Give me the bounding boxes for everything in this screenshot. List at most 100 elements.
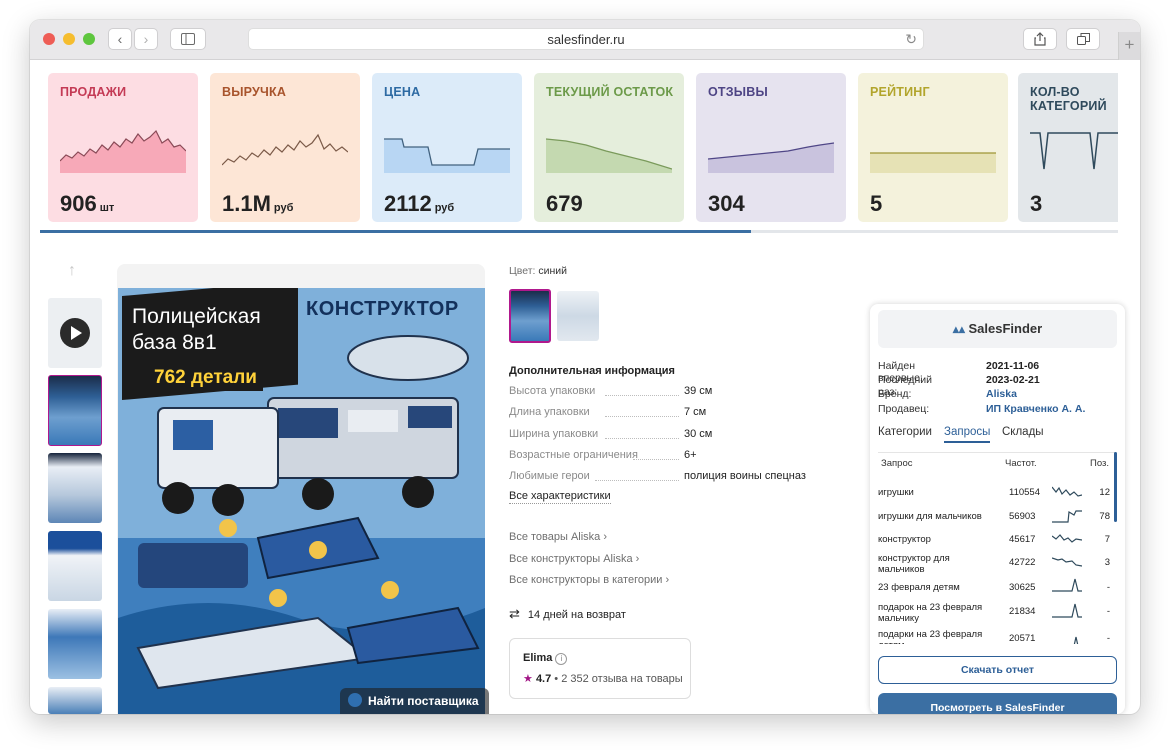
query-sparkline [1052, 603, 1082, 618]
tab-categories[interactable]: Категории [878, 426, 932, 438]
star-icon: ★ [523, 673, 533, 685]
attribute-row: Ширина упаковки 30 см [509, 428, 713, 440]
supplier-icon [348, 693, 362, 707]
cards-scroll-progress[interactable] [40, 230, 1118, 233]
sidebar-toggle-button[interactable] [170, 28, 206, 50]
product-parts-badge: 762 детали [148, 365, 263, 391]
seller-card[interactable]: Elima i ★ 4.7 • 2 352 отзыва на товары [509, 638, 691, 699]
brand-constructors-link[interactable]: Все конструкторы Aliska › [509, 553, 639, 565]
share-button[interactable] [1023, 28, 1057, 50]
product-thumbnail-5[interactable] [48, 687, 102, 714]
cards-scroll-progress-fill [40, 230, 752, 233]
tabs-icon [1076, 33, 1090, 45]
categories-sparkline [1030, 132, 1118, 170]
product-thumbnail-3[interactable] [48, 531, 102, 601]
sidebar-icon [181, 33, 195, 45]
video-thumbnail[interactable] [48, 298, 102, 368]
all-brand-products-link[interactable]: Все товары Aliska › [509, 531, 607, 543]
query-sparkline [1052, 510, 1082, 523]
chevron-right-icon: › [635, 553, 640, 565]
arrow-up-icon[interactable]: ↑ [68, 262, 76, 280]
queries-scrollbar[interactable] [1114, 452, 1117, 522]
metric-title: РЕЙТИНГ [870, 85, 930, 99]
queries-table: Запрос Частот. Поз. игрушки 110554 12 игр… [878, 452, 1116, 644]
minimize-window-button[interactable] [63, 33, 75, 45]
find-supplier-button[interactable]: Найти поставщика [340, 688, 489, 714]
metric-card-stock[interactable]: ТЕКУЩИЙ ОСТАТОК 679 [534, 73, 684, 222]
url-text: salesfinder.ru [547, 32, 625, 47]
rating-sparkline [870, 152, 996, 173]
color-option-2[interactable] [557, 291, 599, 341]
metric-title: ЦЕНА [384, 85, 421, 99]
query-sparkline [1052, 578, 1082, 592]
open-salesfinder-button[interactable]: Посмотреть в SalesFinder [878, 693, 1117, 714]
back-button[interactable]: ‹ [108, 28, 132, 50]
salesfinder-logo-icon: ▴▴ [952, 322, 965, 336]
close-window-button[interactable] [43, 33, 55, 45]
query-sparkline [1052, 534, 1082, 543]
metric-value: 1.1M руб [222, 191, 294, 216]
reload-icon[interactable]: ↻ [905, 29, 917, 50]
reviews-sparkline [708, 142, 834, 173]
salesfinder-tabs: Категории Запросы Склады [878, 426, 1118, 446]
query-sparkline [1073, 636, 1079, 644]
attribute-row: Любимые герои полиция воины спецназ [509, 470, 806, 482]
metric-value: 3 [1030, 191, 1043, 216]
chevron-left-icon: ‹ [117, 31, 123, 47]
product-image[interactable]: Полицейская база 8в1 762 детали КОНСТРУКТ… [118, 288, 485, 714]
plus-icon: + [1124, 35, 1135, 54]
metric-card-rating[interactable]: РЕЙТИНГ 5 [858, 73, 1008, 222]
category-constructors-link[interactable]: Все конструкторы в категории › [509, 574, 669, 586]
metric-value: 679 [546, 191, 583, 216]
product-thumbnail-4[interactable] [48, 609, 102, 679]
browser-toolbar: ‹ › salesfinder.ru ↻ + [30, 20, 1140, 60]
seller-name: Elima i [523, 652, 568, 665]
product-header-text: КОНСТРУКТОР [306, 298, 459, 320]
metric-card-sales[interactable]: ПРОДАЖИ 906 шт [48, 73, 198, 222]
attribute-row: Высота упаковки 39 см [509, 385, 713, 397]
sales-sparkline [60, 129, 186, 173]
tabs-overview-button[interactable] [1066, 28, 1100, 50]
forward-button[interactable]: › [134, 28, 158, 50]
chevron-right-icon: › [603, 531, 608, 543]
metric-card-price[interactable]: ЦЕНА 2112 руб [372, 73, 522, 222]
tab-warehouses[interactable]: Склады [1002, 426, 1044, 438]
seller-link[interactable]: ИП Кравченко А. А. [986, 403, 1085, 415]
return-arrows-icon: ⇄ [509, 606, 520, 621]
metric-card-revenue[interactable]: ВЫРУЧКА 1.1M руб [210, 73, 360, 222]
metric-value: 906 шт [60, 191, 115, 216]
column-position: Поз. [1090, 458, 1109, 469]
attribute-row: Длина упаковки 7 см [509, 406, 707, 418]
color-option-blue[interactable] [509, 289, 551, 343]
metric-title: ОТЗЫВЫ [708, 85, 768, 99]
brand-link[interactable]: Aliska [986, 388, 1017, 400]
column-frequency: Частот. [1005, 458, 1037, 469]
metric-value: 2112 руб [384, 191, 455, 216]
product-thumbnail-2[interactable] [48, 453, 102, 523]
share-icon [1034, 32, 1046, 46]
color-row: Цвет: синий [509, 265, 568, 277]
salesfinder-panel: ▴▴ SalesFinder Найден впервые: 2021-11-06… [870, 304, 1125, 714]
column-query: Запрос [881, 458, 913, 469]
browser-window: ‹ › salesfinder.ru ↻ + ПРОДАЖИ 906 шт ВЫ… [30, 20, 1140, 714]
product-title-text: Полицейская база 8в1 [132, 305, 261, 354]
tab-queries[interactable]: Запросы [944, 426, 991, 443]
download-report-button[interactable]: Скачать отчет [878, 656, 1117, 684]
address-bar[interactable]: salesfinder.ru ↻ [248, 28, 924, 50]
page-content: ПРОДАЖИ 906 шт ВЫРУЧКА 1.1M руб ЦЕНА 211… [30, 60, 1140, 714]
new-tab-button[interactable]: + [1118, 32, 1140, 60]
metric-card-reviews[interactable]: ОТЗЫВЫ 304 [696, 73, 846, 222]
all-specs-link[interactable]: Все характеристики [509, 490, 611, 504]
metric-value: 304 [708, 191, 745, 216]
salesfinder-logo: ▴▴ SalesFinder [878, 310, 1117, 348]
revenue-sparkline [222, 133, 348, 166]
play-icon [60, 318, 90, 348]
product-thumbnail-1[interactable] [48, 375, 102, 446]
stock-sparkline [546, 138, 672, 173]
metric-value: 5 [870, 191, 883, 216]
query-sparkline [1052, 557, 1082, 567]
metric-card-categories[interactable]: КОЛ-ВО КАТЕГОРИЙ 3 [1018, 73, 1118, 222]
maximize-window-button[interactable] [83, 33, 95, 45]
chevron-right-icon: › [665, 574, 670, 586]
price-sparkline [384, 138, 510, 173]
